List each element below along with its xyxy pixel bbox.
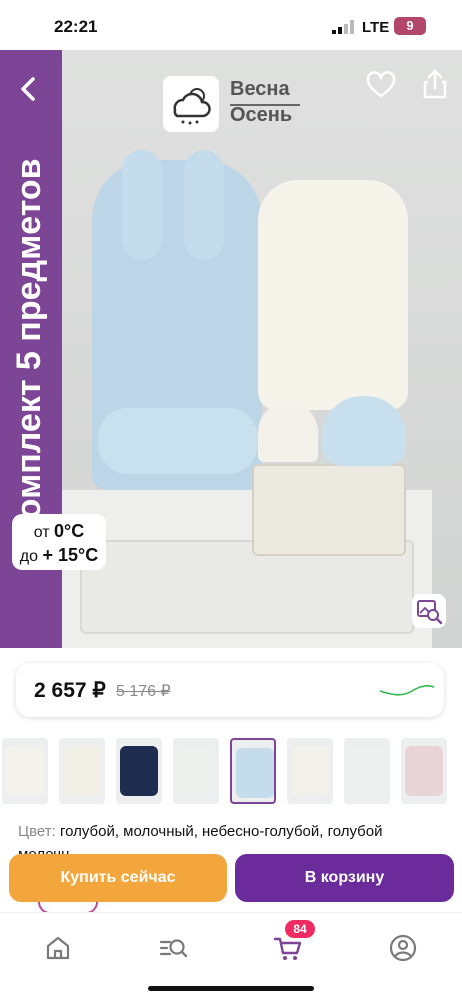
product-image[interactable]: Комплект 5 предметов Весна Осень от 0°C … xyxy=(0,50,462,648)
cloud-sun-icon xyxy=(173,88,211,125)
thumbnail-image xyxy=(6,746,44,796)
variant-thumbnail[interactable] xyxy=(59,738,105,804)
variant-thumbnail[interactable] xyxy=(287,738,333,804)
thumbnail-image xyxy=(120,746,158,796)
variant-thumbnail[interactable] xyxy=(116,738,162,804)
thumbnail-image xyxy=(63,746,101,796)
price-trend-icon xyxy=(379,685,435,696)
image-onesie xyxy=(258,180,408,410)
variant-thumbnail[interactable] xyxy=(344,738,390,804)
profile-icon[interactable] xyxy=(386,931,420,965)
image-basket xyxy=(252,464,406,556)
image-search-icon xyxy=(417,600,443,625)
status-time: 22:21 xyxy=(54,17,98,36)
weather-logo xyxy=(163,76,219,132)
network-label: LTE xyxy=(362,19,390,36)
side-banner-text: Комплект 5 предметов xyxy=(10,158,48,540)
color-info: Цвет: голубой, молочный, небесно-голубой… xyxy=(18,823,382,840)
catalog-search-icon[interactable] xyxy=(156,931,190,965)
temp-to-prefix: до xyxy=(19,548,39,565)
thumbnail-image xyxy=(405,746,443,796)
temp-from-value: 0°C xyxy=(54,521,85,541)
variant-thumbnail[interactable] xyxy=(401,738,447,804)
color-label: Цвет: xyxy=(18,823,56,840)
battery-badge: 9 xyxy=(394,17,426,35)
thumbnail-image xyxy=(348,746,386,796)
cart-count-badge: 84 xyxy=(285,920,315,938)
image-bow xyxy=(98,408,258,474)
favorite-heart-icon[interactable] xyxy=(366,70,396,100)
add-to-cart-button[interactable]: В корзину xyxy=(235,854,454,902)
thumbnail-image xyxy=(177,746,215,796)
brand-text: Весна Осень xyxy=(230,76,292,128)
thumbnail-image xyxy=(236,748,274,798)
current-price: 2 657 ₽ xyxy=(34,679,106,702)
brand-line-1: Весна xyxy=(230,78,290,100)
share-icon[interactable] xyxy=(420,68,450,100)
temp-from-prefix: от xyxy=(33,524,50,541)
image-bonnet xyxy=(322,396,406,466)
old-price: 5 176 ₽ xyxy=(116,683,171,700)
signal-icon xyxy=(332,20,354,34)
image-hat xyxy=(258,402,318,462)
thumbnail-image xyxy=(291,746,329,796)
status-bar: 22:21 LTE 9 xyxy=(0,0,462,50)
home-icon[interactable] xyxy=(41,931,75,965)
variant-thumbnail[interactable] xyxy=(2,738,48,804)
brand-divider xyxy=(230,104,300,106)
variant-thumbnail[interactable] xyxy=(230,738,276,804)
temperature-badge: от 0°C до + 15°C xyxy=(12,514,106,570)
temp-to-value: + 15°C xyxy=(42,545,99,565)
visual-search-button[interactable] xyxy=(412,594,446,628)
color-info-overflow: молочн xyxy=(18,846,69,854)
variant-thumbnails xyxy=(0,738,462,806)
buy-now-button[interactable]: Купить сейчас xyxy=(9,854,227,902)
home-indicator xyxy=(148,986,314,991)
color-value: голубой, молочный, небесно-голубой, голу… xyxy=(59,823,383,840)
variant-thumbnail[interactable] xyxy=(173,738,219,804)
price-card[interactable]: 2 657 ₽ 5 176 ₽ xyxy=(16,663,444,717)
back-chevron-icon[interactable] xyxy=(14,74,44,104)
